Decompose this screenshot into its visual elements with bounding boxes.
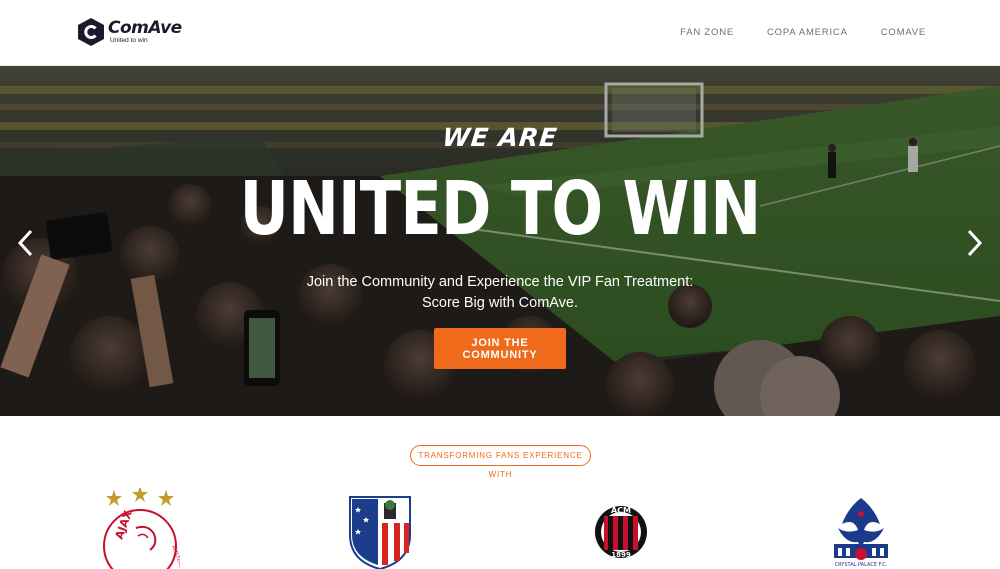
hero-eyebrow: WE ARE <box>440 123 560 152</box>
ajax-logo[interactable]: AJAX AMSTERDAM <box>100 488 180 569</box>
ajax-logo-text: AJAX <box>113 508 136 541</box>
crystal-palace-logo-text: CRYSTAL PALACE F.C. <box>835 562 888 568</box>
join-community-button[interactable]: JOIN THE COMMUNITY <box>434 328 566 369</box>
hero-subcopy: Join the Community and Experience the VI… <box>300 272 700 314</box>
ac-milan-logo[interactable]: ACM 1899 <box>594 494 648 569</box>
nav-comave[interactable]: COMAVE <box>881 27 926 38</box>
chevron-left-icon[interactable] <box>16 228 36 258</box>
chevron-right-icon[interactable] <box>964 228 984 258</box>
partners-pill-label: TRANSFORMING FANS EXPERIENCE WITH <box>410 445 591 479</box>
ajax-logo-subtext: AMSTERDAM <box>170 545 180 569</box>
nav-fan-zone[interactable]: FAN ZONE <box>680 27 734 38</box>
logo-name: ComAve <box>108 18 182 38</box>
atletico-madrid-logo[interactable] <box>348 495 412 569</box>
ac-milan-logo-subtext: 1899 <box>611 551 631 559</box>
logo-tagline: United to win <box>110 37 148 44</box>
comave-logo[interactable]: ComAve United to win <box>78 18 182 46</box>
hero-headline: UNITED TO WIN <box>239 166 762 252</box>
hero-slider: WE ARE UNITED TO WIN Join the Community … <box>0 66 1000 416</box>
crystal-palace-logo[interactable]: CRYSTAL PALACE F.C. <box>828 494 894 569</box>
ac-milan-logo-text: ACM <box>611 506 631 515</box>
site-header: ComAve United to win FAN ZONE COPA AMERI… <box>0 0 1000 66</box>
hero-subcopy-line1: Join the Community and Experience the VI… <box>306 274 694 290</box>
comave-logo-icon <box>78 18 104 46</box>
hero-subcopy-line2: Score Big with ComAve. <box>421 295 579 311</box>
main-nav: FAN ZONE COPA AMERICA COMAVE <box>647 27 926 38</box>
nav-copa-america[interactable]: COPA AMERICA <box>767 27 848 38</box>
